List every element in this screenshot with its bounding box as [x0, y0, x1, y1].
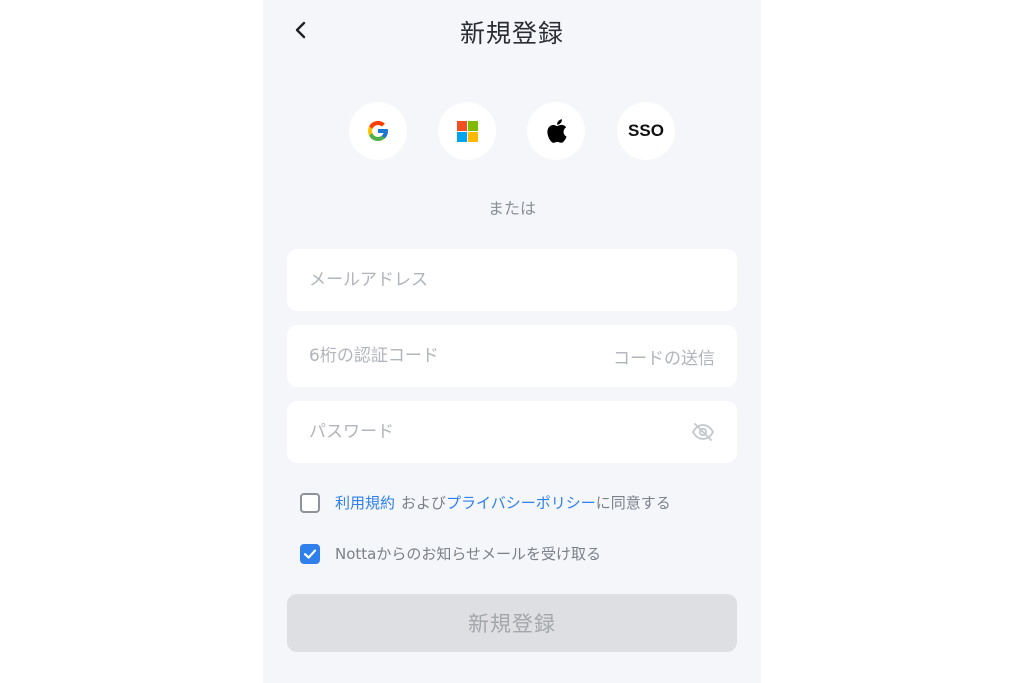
checkmark-icon	[303, 549, 317, 559]
terms-and-text: および	[401, 494, 447, 512]
page-title: 新規登録	[459, 19, 564, 48]
sso-label: SSO	[628, 121, 664, 140]
newsletter-row: Nottaからのお知らせメールを受け取る	[300, 543, 601, 564]
email-field-container	[287, 249, 737, 311]
code-field-container: コードの送信	[287, 325, 737, 387]
microsoft-login-button[interactable]	[438, 102, 496, 160]
signup-submit-button[interactable]: 新規登録	[287, 594, 737, 652]
apple-icon	[547, 119, 567, 143]
terms-link[interactable]: 利用規約	[335, 492, 395, 513]
microsoft-icon	[456, 120, 478, 142]
social-login-row: SSO	[349, 102, 675, 160]
send-code-button[interactable]: コードの送信	[613, 344, 715, 369]
terms-agreement-row: 利用規約 および プライバシーポリシー に同意する	[300, 492, 671, 513]
signup-screen: 新規登録 SSO または メールアドレス 6桁の認証コード コードの送信 利用規…	[263, 0, 761, 683]
apple-login-button[interactable]	[527, 102, 585, 160]
verification-code-input[interactable]	[309, 346, 613, 366]
terms-suffix-text: に同意する	[595, 494, 671, 512]
google-icon	[368, 121, 388, 141]
email-input[interactable]	[309, 270, 715, 290]
password-field-container	[287, 401, 737, 463]
newsletter-label: Nottaからのお知らせメールを受け取る	[335, 545, 602, 563]
privacy-policy-link[interactable]: プライバシーポリシー	[446, 492, 596, 513]
google-login-button[interactable]	[349, 102, 407, 160]
password-input[interactable]	[309, 422, 691, 442]
divider-text: または	[487, 199, 536, 218]
newsletter-checkbox[interactable]	[300, 543, 320, 564]
sso-login-button[interactable]: SSO	[617, 102, 675, 160]
eye-off-icon[interactable]	[691, 420, 715, 444]
terms-checkbox[interactable]	[300, 492, 320, 513]
